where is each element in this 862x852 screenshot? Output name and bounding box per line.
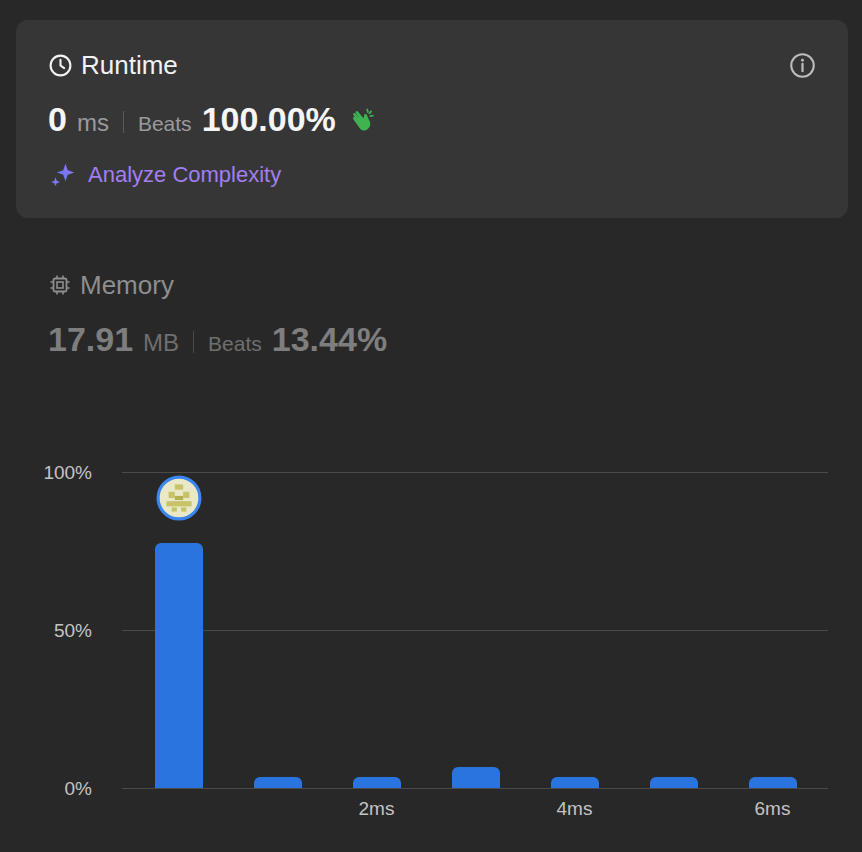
- beats-value: 13.44%: [272, 320, 387, 359]
- beats-label: Beats: [138, 112, 192, 136]
- x-tick: 6ms: [755, 798, 791, 820]
- y-tick: 0%: [65, 778, 92, 800]
- memory-header: Memory: [48, 266, 830, 304]
- grid-line: [122, 472, 828, 473]
- x-tick: 4ms: [557, 798, 593, 820]
- chart-bar[interactable]: [551, 777, 599, 788]
- x-axis: 2ms 4ms 6ms: [122, 788, 828, 820]
- metric-unit: MB: [143, 329, 179, 357]
- chart-bar[interactable]: [749, 777, 797, 788]
- distribution-chart: 100%50%0% 2ms 4ms 6ms: [0, 472, 862, 820]
- metric-value-row: 0 ms Beats 100.00%: [48, 100, 816, 144]
- grid-line: [122, 788, 828, 789]
- chart-bar[interactable]: [254, 777, 302, 788]
- metric-unit: ms: [77, 109, 109, 137]
- x-tick: 2ms: [359, 798, 395, 820]
- chart-bar[interactable]: [155, 543, 203, 788]
- clap-icon: [346, 107, 376, 137]
- chip-icon: [48, 273, 72, 297]
- memory-section[interactable]: Memory 17.91 MB Beats 13.44%: [0, 218, 862, 364]
- submission-result: Runtime 0 ms Beats 100.00% Analyze Compl…: [0, 0, 862, 852]
- y-axis: 100%50%0%: [34, 472, 92, 788]
- chart-bar[interactable]: [452, 767, 500, 788]
- y-tick: 100%: [43, 462, 92, 484]
- info-icon[interactable]: [789, 52, 816, 79]
- separator: [123, 111, 124, 133]
- metric-value-row: 17.91 MB Beats 13.44%: [48, 320, 830, 364]
- plot-area: [122, 472, 828, 788]
- metric-title: Runtime: [81, 50, 178, 81]
- action-label: Analyze Complexity: [88, 162, 281, 188]
- chart-bar[interactable]: [353, 777, 401, 788]
- metric-title: Memory: [80, 270, 174, 301]
- metric-value: 17.91: [48, 320, 133, 359]
- separator: [193, 331, 194, 353]
- beats-label: Beats: [208, 332, 262, 356]
- chart-bar[interactable]: [650, 777, 698, 788]
- runtime-header: Runtime: [48, 46, 816, 84]
- analyze-complexity-button[interactable]: Analyze Complexity: [48, 160, 816, 190]
- sparkle-icon: [48, 160, 78, 190]
- runtime-card[interactable]: Runtime 0 ms Beats 100.00% Analyze Compl…: [16, 20, 848, 218]
- y-tick: 50%: [54, 620, 92, 642]
- metric-value: 0: [48, 100, 67, 139]
- clock-icon: [48, 53, 73, 78]
- user-avatar-icon: [156, 475, 202, 521]
- grid-line: [122, 630, 828, 631]
- beats-value: 100.00%: [202, 100, 336, 139]
